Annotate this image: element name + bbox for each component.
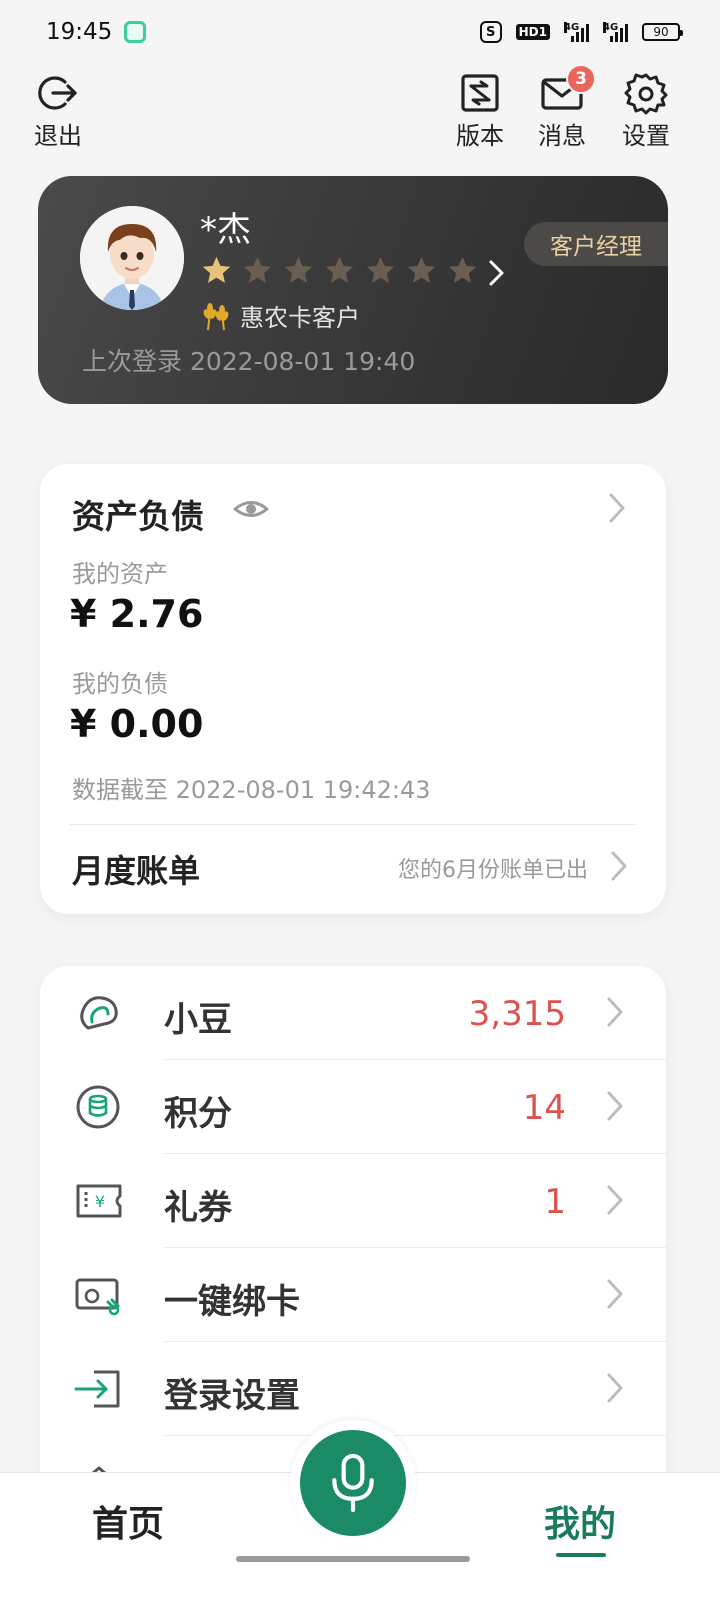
signal-icon-2: 4G	[603, 22, 628, 42]
data-as-of: 数据截至 2022-08-01 19:42:43	[72, 776, 431, 804]
home-indicator	[236, 1556, 470, 1562]
version-label: 版本	[456, 122, 504, 150]
bean-icon	[80, 996, 118, 1030]
status-indicators: S HD1 4G 4G 90	[479, 21, 683, 43]
list-item-points[interactable]: 积分 14	[40, 1060, 666, 1154]
bind-card-icon	[75, 1278, 120, 1316]
customer-tier: 惠农卡客户	[200, 298, 360, 333]
version-button[interactable]: 版本	[456, 70, 504, 151]
list-item-label: 一键绑卡	[164, 1282, 300, 1322]
active-tab-indicator	[556, 1553, 606, 1557]
list-item-value: 1	[544, 1182, 566, 1222]
assets-liabilities-card: 资产负债 我的资产 ¥ 2.76 我的负债 ¥ 0.00 数据截至 2022-0…	[40, 464, 666, 914]
list-item-label: 礼券	[164, 1188, 232, 1228]
hd-voice-icon: HD1	[515, 24, 550, 40]
login-settings-icon	[74, 1370, 120, 1408]
chevron-right-icon	[607, 1373, 623, 1403]
chevron-right-icon	[607, 1279, 623, 1309]
shield-icon: S	[479, 21, 502, 43]
chevron-right-icon[interactable]	[608, 492, 626, 524]
my-liabilities-value: ¥ 0.00	[70, 702, 204, 746]
assets-title[interactable]: 资产负债	[72, 490, 204, 538]
star-rating	[200, 254, 479, 287]
settings-label: 设置	[622, 122, 670, 150]
battery-icon: 90	[642, 23, 683, 41]
user-name: *杰	[200, 210, 251, 250]
my-assets-value: ¥ 2.76	[70, 592, 204, 636]
settings-button[interactable]: 设置	[622, 70, 670, 151]
star-empty-icon	[407, 256, 436, 283]
chevron-right-icon	[607, 1091, 623, 1121]
chevron-right-icon	[607, 1185, 623, 1215]
star-empty-icon	[284, 256, 313, 283]
microphone-icon	[332, 1453, 374, 1513]
chevron-right-icon[interactable]	[486, 258, 508, 288]
logout-button[interactable]: 退出	[34, 70, 82, 151]
wheat-icon	[203, 302, 229, 330]
star-empty-icon	[325, 256, 354, 283]
messages-button[interactable]: 3 消息	[538, 64, 596, 151]
divider	[70, 824, 636, 825]
star-empty-icon	[448, 256, 477, 283]
status-time: 19:45	[46, 19, 113, 45]
avatar-illustration	[80, 206, 184, 310]
list-item-label: 积分	[164, 1094, 232, 1134]
list-item-beans[interactable]: 小豆 3,315	[40, 966, 666, 1060]
star-empty-icon	[243, 256, 272, 283]
version-icon	[461, 74, 499, 112]
voice-button[interactable]	[300, 1430, 406, 1536]
list-item-bind-card[interactable]: 一键绑卡	[40, 1248, 666, 1342]
monthly-bill-title[interactable]: 月度账单	[72, 846, 200, 892]
coupon-icon: ¥	[76, 1184, 122, 1218]
voice-assistant	[290, 1420, 416, 1546]
messages-badge: 3	[566, 64, 596, 94]
star-empty-icon	[366, 256, 395, 283]
logout-label: 退出	[34, 122, 82, 150]
nav-tab-mine[interactable]: 我的	[544, 1495, 616, 1547]
svg-text:¥: ¥	[95, 1192, 105, 1211]
top-action-bar: 退出 版本 3 消息 设置	[0, 64, 720, 151]
messages-label: 消息	[538, 122, 586, 150]
avatar[interactable]	[80, 206, 184, 310]
logout-icon	[38, 76, 77, 110]
eye-icon[interactable]	[232, 494, 270, 524]
customer-manager-button[interactable]: 客户经理	[524, 222, 668, 266]
list-item-label: 小豆	[164, 1000, 232, 1040]
gear-icon	[624, 73, 668, 115]
star-filled-icon	[202, 256, 231, 283]
tier-label: 惠农卡客户	[240, 304, 360, 332]
my-assets-label: 我的资产	[72, 560, 168, 588]
chevron-right-icon[interactable]	[610, 850, 628, 882]
list-item-value: 3,315	[468, 994, 566, 1034]
list-item-value: 14	[522, 1088, 566, 1128]
list-item-label: 登录设置	[164, 1376, 300, 1416]
app-notification-icon	[124, 21, 147, 43]
list-item-coupons[interactable]: ¥ 礼券 1	[40, 1154, 666, 1248]
my-liabilities-label: 我的负债	[72, 670, 168, 698]
chevron-right-icon	[607, 997, 623, 1027]
last-login: 上次登录 2022-08-01 19:40	[82, 347, 416, 376]
monthly-bill-status[interactable]: 您的6月份账单已出	[398, 852, 588, 884]
nav-tab-home[interactable]: 首页	[92, 1495, 164, 1547]
points-coin-icon	[76, 1085, 120, 1129]
signal-icon-1: 4G	[564, 22, 589, 42]
status-bar: 19:45 S HD1 4G 4G 90	[0, 0, 720, 64]
profile-card[interactable]: *杰 客户经理 惠农卡客户 上次登录 2022-08-01 19:40	[38, 176, 668, 404]
